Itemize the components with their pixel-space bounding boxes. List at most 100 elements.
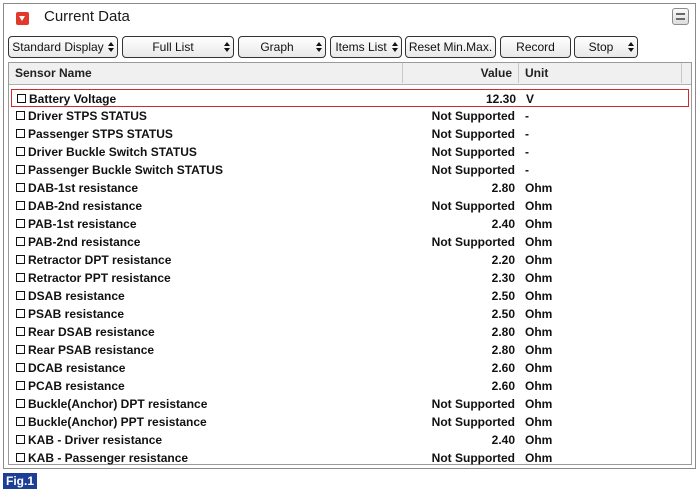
sensor-value: Not Supported — [431, 109, 515, 123]
sensor-value: Not Supported — [431, 163, 515, 177]
spinner-arrows-icon — [108, 42, 114, 52]
toolbar-button-full-list[interactable]: Full List — [122, 36, 234, 58]
table-row[interactable]: Driver Buckle Switch STATUS Not Supported… — [11, 143, 689, 161]
sensor-name: Driver Buckle Switch STATUS — [28, 145, 197, 159]
sensor-value: Not Supported — [431, 199, 515, 213]
window-title: Current Data — [44, 8, 130, 25]
sensor-unit: Ohm — [525, 433, 553, 447]
row-checkbox[interactable] — [17, 94, 26, 103]
sensor-value: 2.50 — [491, 307, 515, 321]
toolbar-button-items-list[interactable]: Items List — [330, 36, 402, 58]
toolbar-button-stop[interactable]: Stop — [574, 36, 638, 58]
sensor-unit: Ohm — [525, 181, 553, 195]
table-row[interactable]: Rear DSAB resistance 2.80 Ohm — [11, 323, 689, 341]
sensor-name: DSAB resistance — [28, 289, 125, 303]
sensor-value: Not Supported — [431, 451, 515, 465]
sensor-name: Passenger STPS STATUS — [28, 127, 173, 141]
row-checkbox[interactable] — [16, 381, 25, 390]
sensor-unit: Ohm — [525, 379, 553, 393]
table-row[interactable]: Retractor PPT resistance 2.30 Ohm — [11, 269, 689, 287]
sensor-value: 2.30 — [491, 271, 515, 285]
collapse-arrow-icon[interactable] — [16, 12, 29, 25]
table-row[interactable]: DSAB resistance 2.50 Ohm — [11, 287, 689, 305]
list-menu-icon[interactable] — [672, 8, 689, 25]
row-checkbox[interactable] — [16, 219, 25, 228]
sensor-name: Rear PSAB resistance — [28, 343, 155, 357]
sensor-unit: Ohm — [525, 199, 553, 213]
row-checkbox[interactable] — [16, 183, 25, 192]
row-checkbox[interactable] — [16, 327, 25, 336]
row-checkbox[interactable] — [16, 201, 25, 210]
sensor-name: Rear DSAB resistance — [28, 325, 155, 339]
sensor-name: PAB-2nd resistance — [28, 235, 141, 249]
spinner-arrows-icon — [628, 42, 634, 52]
row-checkbox[interactable] — [16, 435, 25, 444]
row-checkbox[interactable] — [16, 255, 25, 264]
table-row[interactable]: Passenger STPS STATUS Not Supported - — [11, 125, 689, 143]
table-row[interactable]: PCAB resistance 2.60 Ohm — [11, 377, 689, 395]
table-row[interactable]: KAB - Driver resistance 2.40 Ohm — [11, 431, 689, 449]
table-row[interactable]: KAB - Passenger resistance Not Supported O… — [11, 449, 689, 467]
table-row[interactable]: PAB-2nd resistance Not Supported Ohm — [11, 233, 689, 251]
sensor-name: KAB - Passenger resistance — [28, 451, 189, 465]
column-header-unit[interactable]: Unit — [519, 63, 682, 83]
row-checkbox[interactable] — [16, 273, 25, 282]
toolbar-button-standard-display[interactable]: Standard Display — [8, 36, 118, 58]
row-checkbox[interactable] — [16, 453, 25, 462]
sensor-value: 2.60 — [491, 379, 515, 393]
sensor-value: 2.40 — [491, 433, 515, 447]
sensor-name: PCAB resistance — [28, 379, 125, 393]
sensor-unit: Ohm — [525, 217, 553, 231]
table-row[interactable]: PSAB resistance 2.50 Ohm — [11, 305, 689, 323]
column-header-sensor-name[interactable]: Sensor Name — [9, 63, 403, 83]
sensor-unit: - — [525, 127, 529, 141]
current-data-window: Current Data Standard Display Full List Gr… — [3, 3, 696, 469]
spinner-arrows-icon — [392, 42, 398, 52]
table-row[interactable]: Battery Voltage 12.30 V — [11, 89, 689, 107]
table-row[interactable]: Buckle(Anchor) DPT resistance Not Support… — [11, 395, 689, 413]
spinner-arrows-icon — [316, 42, 322, 52]
table-row[interactable]: Retractor DPT resistance 2.20 Ohm — [11, 251, 689, 269]
row-checkbox[interactable] — [16, 417, 25, 426]
row-checkbox[interactable] — [16, 399, 25, 408]
sensor-value: Not Supported — [431, 235, 515, 249]
sensor-unit: Ohm — [525, 415, 553, 429]
toolbar-button-label: Record — [516, 40, 555, 54]
row-checkbox[interactable] — [16, 147, 25, 156]
sensor-unit: - — [525, 109, 529, 123]
sensor-name: DCAB resistance — [28, 361, 126, 375]
toolbar-button-record[interactable]: Record — [500, 36, 571, 58]
table-row[interactable]: Buckle(Anchor) PPT resistance Not Support… — [11, 413, 689, 431]
table-row[interactable]: DAB-2nd resistance Not Supported Ohm — [11, 197, 689, 215]
row-checkbox[interactable] — [16, 165, 25, 174]
row-checkbox[interactable] — [16, 111, 25, 120]
toolbar-button-graph[interactable]: Graph — [238, 36, 326, 58]
sensor-unit: Ohm — [525, 235, 553, 249]
table-row[interactable]: Rear PSAB resistance 2.80 Ohm — [11, 341, 689, 359]
sensor-name: PAB-1st resistance — [28, 217, 137, 231]
table-row[interactable]: DCAB resistance 2.60 Ohm — [11, 359, 689, 377]
sensor-name: DAB-1st resistance — [28, 181, 139, 195]
sensor-unit: Ohm — [525, 325, 553, 339]
sensor-name: Battery Voltage — [29, 92, 117, 106]
table-row[interactable]: Passenger Buckle Switch STATUS Not Suppor… — [11, 161, 689, 179]
row-checkbox[interactable] — [16, 363, 25, 372]
sensor-name: Buckle(Anchor) PPT resistance — [28, 415, 207, 429]
table-row[interactable]: PAB-1st resistance 2.40 Ohm — [11, 215, 689, 233]
table-row[interactable]: DAB-1st resistance 2.80 Ohm — [11, 179, 689, 197]
table-row[interactable]: Driver STPS STATUS Not Supported - — [11, 107, 689, 125]
table-header: Sensor Name Value Unit — [9, 63, 691, 85]
row-checkbox[interactable] — [16, 129, 25, 138]
sensor-unit: - — [525, 145, 529, 159]
sensor-value: Not Supported — [431, 145, 515, 159]
toolbar-button-label: Items List — [335, 40, 387, 54]
toolbar-button-reset-min-max[interactable]: Reset Min.Max. — [405, 36, 496, 58]
row-checkbox[interactable] — [16, 345, 25, 354]
row-checkbox[interactable] — [16, 291, 25, 300]
sensor-name: Buckle(Anchor) DPT resistance — [28, 397, 208, 411]
row-checkbox[interactable] — [16, 309, 25, 318]
sensor-name: Retractor DPT resistance — [28, 253, 172, 267]
column-header-value[interactable]: Value — [403, 63, 519, 83]
spinner-arrows-icon — [224, 42, 230, 52]
row-checkbox[interactable] — [16, 237, 25, 246]
